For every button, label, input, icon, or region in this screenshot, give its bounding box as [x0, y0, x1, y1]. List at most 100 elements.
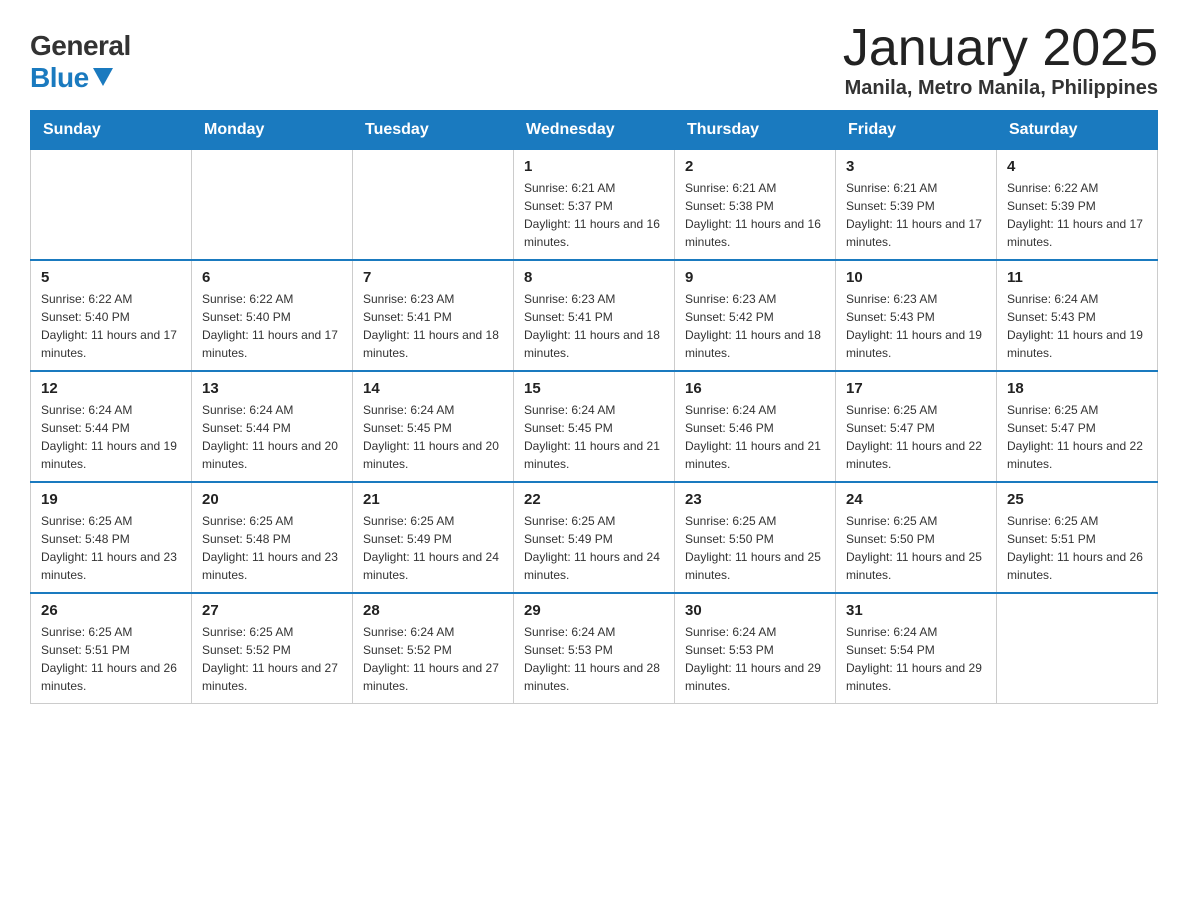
day-info: Sunrise: 6:23 AMSunset: 5:42 PMDaylight:… — [685, 290, 825, 362]
day-number: 28 — [363, 602, 503, 619]
day-info: Sunrise: 6:25 AMSunset: 5:49 PMDaylight:… — [524, 512, 664, 584]
day-info: Sunrise: 6:24 AMSunset: 5:53 PMDaylight:… — [685, 623, 825, 695]
title-area: January 2025 Manila, Metro Manila, Phili… — [843, 20, 1158, 100]
day-number: 6 — [202, 269, 342, 286]
day-number: 10 — [846, 269, 986, 286]
day-number: 26 — [41, 602, 181, 619]
weekday-header-friday: Friday — [836, 111, 997, 150]
day-number: 14 — [363, 380, 503, 397]
day-info: Sunrise: 6:24 AMSunset: 5:44 PMDaylight:… — [41, 401, 181, 473]
day-number: 13 — [202, 380, 342, 397]
day-number: 16 — [685, 380, 825, 397]
day-number: 3 — [846, 158, 986, 175]
calendar-week-row: 1Sunrise: 6:21 AMSunset: 5:37 PMDaylight… — [31, 150, 1158, 261]
weekday-header-saturday: Saturday — [997, 111, 1158, 150]
day-info: Sunrise: 6:22 AMSunset: 5:39 PMDaylight:… — [1007, 179, 1147, 251]
calendar-cell: 17Sunrise: 6:25 AMSunset: 5:47 PMDayligh… — [836, 371, 997, 482]
day-info: Sunrise: 6:25 AMSunset: 5:47 PMDaylight:… — [1007, 401, 1147, 473]
calendar-cell: 14 Sunrise: 6:24 AMSunset: 5:45 PMDayligh… — [353, 371, 514, 482]
day-info: Sunrise: 6:21 AMSunset: 5:39 PMDaylight:… — [846, 179, 986, 251]
day-number: 7 — [363, 269, 503, 286]
day-info: Sunrise: 6:24 AMSunset: 5:54 PMDaylight:… — [846, 623, 986, 695]
logo-triangle-icon — [93, 68, 113, 86]
day-info: Sunrise: 6:25 AMSunset: 5:52 PMDaylight:… — [202, 623, 342, 695]
day-info: Sunrise: 6:25 AMSunset: 5:51 PMDaylight:… — [41, 623, 181, 695]
calendar-cell — [192, 150, 353, 261]
calendar-cell — [997, 593, 1158, 704]
calendar-cell: 7 Sunrise: 6:23 AMSunset: 5:41 PMDaylight… — [353, 260, 514, 371]
calendar-week-row: 26 Sunrise: 6:25 AMSunset: 5:51 PMDayligh… — [31, 593, 1158, 704]
calendar-cell: 19 Sunrise: 6:25 AMSunset: 5:48 PMDayligh… — [31, 482, 192, 593]
weekday-header-sunday: Sunday — [31, 111, 192, 150]
calendar-cell: 29 Sunrise: 6:24 AMSunset: 5:53 PMDayligh… — [514, 593, 675, 704]
day-info: Sunrise: 6:23 AMSunset: 5:43 PMDaylight:… — [846, 290, 986, 362]
day-number: 5 — [41, 269, 181, 286]
day-info: Sunrise: 6:24 AMSunset: 5:45 PMDaylight:… — [524, 401, 664, 473]
calendar-cell: 5Sunrise: 6:22 AMSunset: 5:40 PMDaylight… — [31, 260, 192, 371]
day-number: 31 — [846, 602, 986, 619]
day-number: 29 — [524, 602, 664, 619]
day-info: Sunrise: 6:25 AMSunset: 5:50 PMDaylight:… — [685, 512, 825, 584]
day-info: Sunrise: 6:25 AMSunset: 5:50 PMDaylight:… — [846, 512, 986, 584]
calendar-cell: 31 Sunrise: 6:24 AMSunset: 5:54 PMDayligh… — [836, 593, 997, 704]
day-info: Sunrise: 6:25 AMSunset: 5:48 PMDaylight:… — [41, 512, 181, 584]
calendar-cell: 22 Sunrise: 6:25 AMSunset: 5:49 PMDayligh… — [514, 482, 675, 593]
day-number: 8 — [524, 269, 664, 286]
calendar-cell: 12 Sunrise: 6:24 AMSunset: 5:44 PMDayligh… — [31, 371, 192, 482]
calendar-cell: 16 Sunrise: 6:24 AMSunset: 5:46 PMDayligh… — [675, 371, 836, 482]
calendar-cell: 21Sunrise: 6:25 AMSunset: 5:49 PMDayligh… — [353, 482, 514, 593]
calendar-cell: 24 Sunrise: 6:25 AMSunset: 5:50 PMDayligh… — [836, 482, 997, 593]
day-number: 27 — [202, 602, 342, 619]
calendar-cell: 10 Sunrise: 6:23 AMSunset: 5:43 PMDayligh… — [836, 260, 997, 371]
day-info: Sunrise: 6:24 AMSunset: 5:53 PMDaylight:… — [524, 623, 664, 695]
day-info: Sunrise: 6:24 AMSunset: 5:45 PMDaylight:… — [363, 401, 503, 473]
calendar-cell: 9 Sunrise: 6:23 AMSunset: 5:42 PMDaylight… — [675, 260, 836, 371]
day-info: Sunrise: 6:24 AMSunset: 5:52 PMDaylight:… — [363, 623, 503, 695]
day-number: 24 — [846, 491, 986, 508]
day-info: Sunrise: 6:25 AMSunset: 5:48 PMDaylight:… — [202, 512, 342, 584]
calendar-cell: 26 Sunrise: 6:25 AMSunset: 5:51 PMDayligh… — [31, 593, 192, 704]
calendar-cell: 13 Sunrise: 6:24 AMSunset: 5:44 PMDayligh… — [192, 371, 353, 482]
day-info: Sunrise: 6:23 AMSunset: 5:41 PMDaylight:… — [363, 290, 503, 362]
day-info: Sunrise: 6:24 AMSunset: 5:44 PMDaylight:… — [202, 401, 342, 473]
calendar-cell: 18 Sunrise: 6:25 AMSunset: 5:47 PMDayligh… — [997, 371, 1158, 482]
calendar-cell: 6Sunrise: 6:22 AMSunset: 5:40 PMDaylight… — [192, 260, 353, 371]
day-number: 22 — [524, 491, 664, 508]
calendar-week-row: 5Sunrise: 6:22 AMSunset: 5:40 PMDaylight… — [31, 260, 1158, 371]
location-title: Manila, Metro Manila, Philippines — [843, 77, 1158, 100]
day-number: 11 — [1007, 269, 1147, 286]
day-info: Sunrise: 6:21 AMSunset: 5:38 PMDaylight:… — [685, 179, 825, 251]
calendar-cell: 30Sunrise: 6:24 AMSunset: 5:53 PMDayligh… — [675, 593, 836, 704]
header: General Blue January 2025 Manila, Metro … — [30, 20, 1158, 100]
weekday-header-row: SundayMondayTuesdayWednesdayThursdayFrid… — [31, 111, 1158, 150]
day-info: Sunrise: 6:25 AMSunset: 5:51 PMDaylight:… — [1007, 512, 1147, 584]
day-number: 20 — [202, 491, 342, 508]
calendar-cell — [31, 150, 192, 261]
weekday-header-wednesday: Wednesday — [514, 111, 675, 150]
calendar-cell: 28 Sunrise: 6:24 AMSunset: 5:52 PMDayligh… — [353, 593, 514, 704]
day-number: 19 — [41, 491, 181, 508]
calendar-cell: 23Sunrise: 6:25 AMSunset: 5:50 PMDayligh… — [675, 482, 836, 593]
calendar-cell: 20 Sunrise: 6:25 AMSunset: 5:48 PMDayligh… — [192, 482, 353, 593]
day-info: Sunrise: 6:23 AMSunset: 5:41 PMDaylight:… — [524, 290, 664, 362]
logo-blue-text: Blue — [30, 62, 113, 94]
calendar-week-row: 12 Sunrise: 6:24 AMSunset: 5:44 PMDayligh… — [31, 371, 1158, 482]
day-number: 15 — [524, 380, 664, 397]
calendar-cell: 3 Sunrise: 6:21 AMSunset: 5:39 PMDaylight… — [836, 150, 997, 261]
day-number: 12 — [41, 380, 181, 397]
calendar-cell: 27 Sunrise: 6:25 AMSunset: 5:52 PMDayligh… — [192, 593, 353, 704]
logo-general-text: General — [30, 30, 131, 62]
calendar-cell: 1Sunrise: 6:21 AMSunset: 5:37 PMDaylight… — [514, 150, 675, 261]
day-number: 25 — [1007, 491, 1147, 508]
calendar-cell: 2 Sunrise: 6:21 AMSunset: 5:38 PMDaylight… — [675, 150, 836, 261]
calendar-cell: 15 Sunrise: 6:24 AMSunset: 5:45 PMDayligh… — [514, 371, 675, 482]
day-info: Sunrise: 6:25 AMSunset: 5:49 PMDaylight:… — [363, 512, 503, 584]
calendar-cell: 11Sunrise: 6:24 AMSunset: 5:43 PMDayligh… — [997, 260, 1158, 371]
calendar-week-row: 19 Sunrise: 6:25 AMSunset: 5:48 PMDayligh… — [31, 482, 1158, 593]
calendar-cell — [353, 150, 514, 261]
calendar-table: SundayMondayTuesdayWednesdayThursdayFrid… — [30, 110, 1158, 704]
day-info: Sunrise: 6:24 AMSunset: 5:46 PMDaylight:… — [685, 401, 825, 473]
day-number: 18 — [1007, 380, 1147, 397]
day-number: 9 — [685, 269, 825, 286]
day-number: 2 — [685, 158, 825, 175]
